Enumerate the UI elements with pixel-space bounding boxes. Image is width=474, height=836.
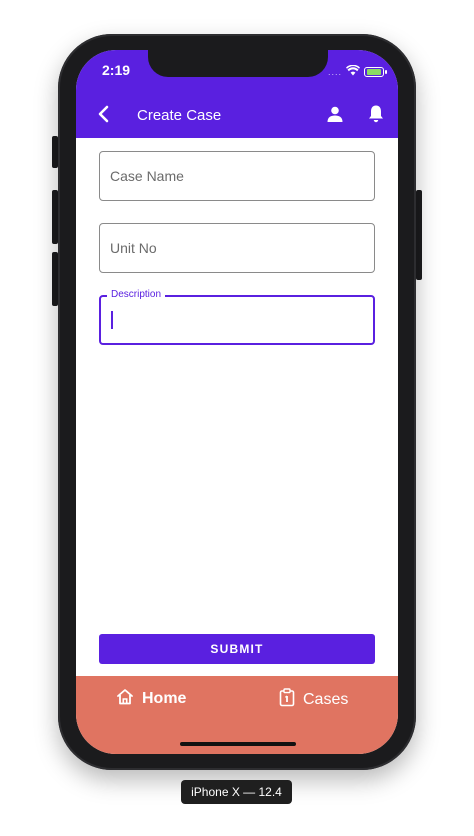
nav-cases-label: Cases — [303, 691, 349, 708]
device-notch — [148, 50, 328, 77]
device-label: iPhone X — 12.4 — [181, 780, 292, 804]
bottom-navigation: Home Cases — [76, 676, 398, 754]
app-screen: 2:19 .... Create Case Case Name Unit No … — [76, 50, 398, 754]
signal-icon: .... — [327, 67, 342, 77]
status-indicators: .... — [327, 63, 387, 81]
back-button[interactable] — [92, 104, 116, 128]
nav-item-cases[interactable]: Cases — [279, 688, 348, 712]
status-time: 2:19 — [102, 62, 131, 78]
case-name-field[interactable] — [99, 151, 375, 201]
unit-no-field[interactable] — [99, 223, 375, 273]
header: 2:19 .... Create Case — [76, 50, 398, 138]
unit-no-input[interactable] — [100, 224, 374, 272]
wifi-icon — [346, 63, 360, 81]
battery-level — [367, 69, 381, 75]
user-icon — [326, 105, 344, 128]
nav-item-home[interactable]: Home — [116, 688, 186, 710]
submit-button[interactable]: SUBMIT — [99, 634, 375, 664]
page-title: Create Case — [137, 107, 222, 124]
case-name-input[interactable] — [100, 152, 374, 200]
chevron-left-icon — [97, 105, 111, 128]
home-icon — [116, 688, 134, 710]
bell-icon — [367, 104, 385, 129]
power-button — [416, 190, 422, 280]
text-cursor — [111, 311, 113, 329]
description-field[interactable]: Description — [99, 289, 375, 345]
battery-icon — [364, 67, 387, 77]
description-label: Description — [107, 289, 166, 300]
home-indicator — [180, 742, 296, 746]
clipboard-icon — [279, 688, 295, 712]
notifications-button[interactable] — [364, 104, 388, 128]
app-bar: Create Case — [76, 96, 398, 138]
profile-button[interactable] — [323, 104, 347, 128]
nav-home-label: Home — [142, 690, 187, 707]
